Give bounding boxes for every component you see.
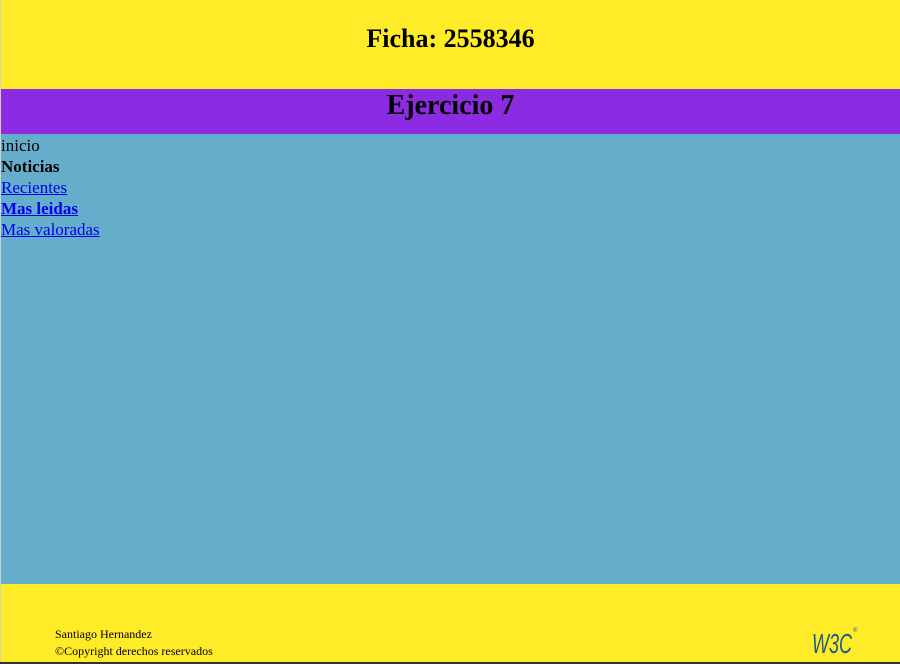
w3c-logo-icon[interactable]: W3C ® bbox=[811, 624, 859, 658]
nav-link-mas-valoradas[interactable]: Mas valoradas bbox=[1, 220, 100, 239]
page: Ficha: 2558346 Ejercicio 7 inicio Notici… bbox=[0, 0, 900, 664]
nav-link-mas-leidas[interactable]: Mas leidas bbox=[1, 199, 78, 218]
banner: Ejercicio 7 bbox=[1, 89, 900, 134]
nav-item: Mas leidas bbox=[1, 198, 900, 219]
footer-author: Santiago Hernandez bbox=[55, 627, 152, 641]
header: Ficha: 2558346 bbox=[1, 0, 900, 89]
footer-text: Santiago Hernandez ©Copyright derechos r… bbox=[55, 626, 213, 660]
nav-section-heading: Noticias bbox=[1, 157, 60, 176]
footer: Santiago Hernandez ©Copyright derechos r… bbox=[1, 584, 900, 662]
content-area: inicio Noticias Recientes Mas leidas Mas… bbox=[1, 134, 900, 584]
page-title: Ficha: 2558346 bbox=[366, 24, 535, 53]
nav-link-recientes[interactable]: Recientes bbox=[1, 178, 67, 197]
nav-item: Mas valoradas bbox=[1, 219, 900, 240]
nav-item: Recientes bbox=[1, 177, 900, 198]
svg-text:®: ® bbox=[853, 627, 858, 634]
w3c-logo-text: W3C bbox=[812, 628, 852, 658]
nav-list: inicio Noticias Recientes Mas leidas Mas… bbox=[1, 134, 900, 240]
banner-title: Ejercicio 7 bbox=[386, 89, 515, 121]
footer-copyright: ©Copyright derechos reservados bbox=[55, 644, 213, 658]
nav-home: inicio bbox=[1, 136, 40, 155]
